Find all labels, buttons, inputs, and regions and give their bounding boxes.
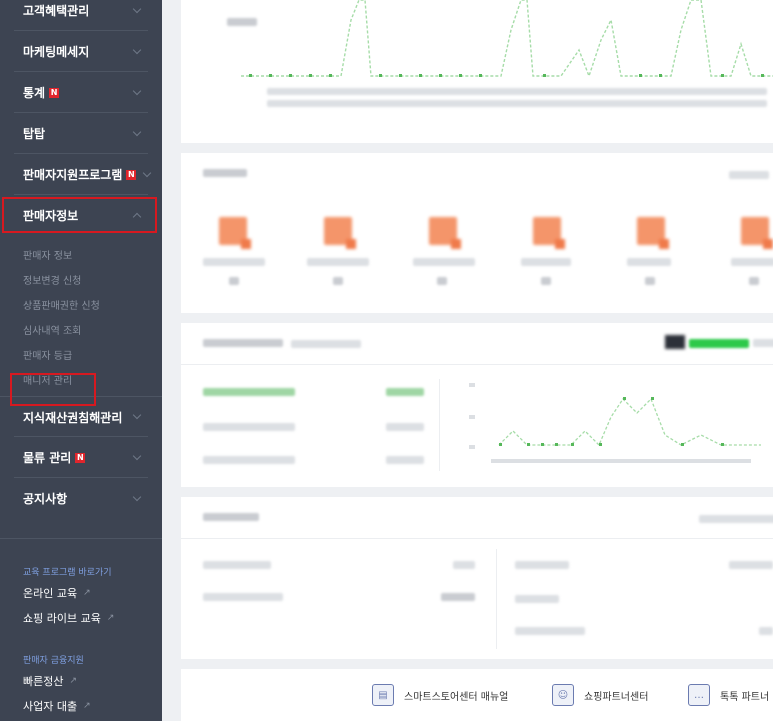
chevron-down-icon <box>132 492 142 501</box>
external-link-icon: ↗ <box>69 675 78 686</box>
footer-link-talktalk[interactable]: … 톡톡 파트너 <box>688 669 769 721</box>
new-badge: N <box>126 169 137 180</box>
menu-customer-benefits[interactable]: 고객혜택관리 <box>0 0 162 31</box>
document-icon: ▤ <box>372 684 394 706</box>
menu-logistics[interactable]: 물류 관리 N <box>0 437 162 478</box>
trend-chart <box>241 0 773 79</box>
link-online-edu[interactable]: 온라인 교육 ↗ <box>0 580 162 605</box>
sales-trend-card <box>181 0 773 143</box>
submenu-sales-permission[interactable]: 상품판매권한 신청 <box>0 292 162 317</box>
summary-card <box>181 497 773 659</box>
link-shopping-live-edu[interactable]: 쇼핑 라이브 교육 ↗ <box>0 605 162 630</box>
submenu-seller-grade[interactable]: 판매자 등급 <box>0 342 162 367</box>
menu-notice[interactable]: 공지사항 <box>0 478 162 519</box>
footer-link-partner-center[interactable]: ☺ 쇼핑파트너센터 <box>552 669 648 721</box>
external-link-icon: ↗ <box>83 587 91 598</box>
people-icon: ☺ <box>552 684 574 706</box>
submenu-review-history[interactable]: 심사내역 조회 <box>0 317 162 342</box>
external-link-icon: ↗ <box>83 700 91 711</box>
highlight-manager <box>10 373 96 406</box>
chevron-down-icon <box>132 45 142 54</box>
mini-trend-chart <box>469 383 761 463</box>
chevron-down-icon <box>132 451 142 460</box>
chevron-down-icon <box>132 86 142 95</box>
seller-info-submenu: 판매자 정보 정보변경 신청 상품판매권한 신청 심사내역 조회 판매자 등급 … <box>0 236 162 396</box>
menu-statistics[interactable]: 통계 N <box>0 72 162 113</box>
chat-icon: … <box>688 684 710 706</box>
chevron-down-icon <box>132 410 142 420</box>
finance-heading: 판매자 금융지원 <box>23 655 84 666</box>
highlight-seller-info <box>2 197 157 233</box>
submenu-change-request[interactable]: 정보변경 신청 <box>0 267 162 292</box>
new-badge: N <box>49 87 60 98</box>
status-icon <box>741 217 773 249</box>
edu-heading: 교육 프로그램 바로가기 <box>23 567 112 578</box>
status-icon <box>533 217 565 249</box>
toggle-icon[interactable] <box>665 335 685 349</box>
external-link-icon: ↗ <box>106 612 115 623</box>
status-icon <box>219 217 251 249</box>
link-quick-settlement[interactable]: 빠른정산 ↗ <box>0 668 162 693</box>
menu-taptap[interactable]: 탑탑 <box>0 113 162 154</box>
footer-links: ▤ 스마트스토어센터 매뉴얼 ☺ 쇼핑파트너센터 … 톡톡 파트너 <box>181 669 773 721</box>
chevron-down-icon <box>132 127 142 136</box>
new-badge: N <box>75 452 86 463</box>
status-icon <box>637 217 669 249</box>
order-status-card <box>181 153 773 313</box>
menu-seller-support-program[interactable]: 판매자지원프로그램 N <box>0 154 162 195</box>
chevron-down-icon <box>132 4 142 13</box>
stats-card <box>181 323 773 487</box>
menu-marketing-message[interactable]: 마케팅메세지 <box>0 31 162 72</box>
status-icon <box>429 217 461 249</box>
sidebar: 고객혜택관리 마케팅메세지 통계 N 탑탑 판매자지원프로그램 N 판매자정보 … <box>0 0 162 721</box>
link-business-loan[interactable]: 사업자 대출 ↗ <box>0 693 162 718</box>
submenu-seller-info[interactable]: 판매자 정보 <box>0 242 162 267</box>
chevron-down-icon <box>142 168 152 177</box>
status-icon <box>324 217 356 249</box>
footer-link-manual[interactable]: ▤ 스마트스토어센터 매뉴얼 <box>372 669 508 721</box>
